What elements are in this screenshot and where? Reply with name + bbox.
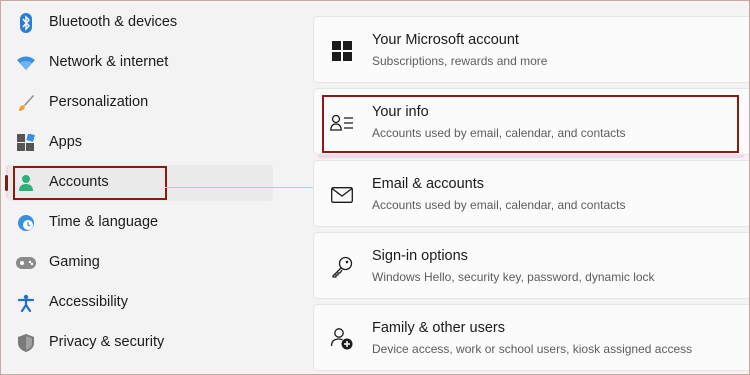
apps-icon xyxy=(16,133,36,153)
wifi-icon xyxy=(16,53,36,73)
selection-indicator xyxy=(5,175,8,191)
sidebar-item-label: Gaming xyxy=(49,254,100,270)
person-add-icon xyxy=(330,327,354,351)
accessibility-icon xyxy=(16,293,36,313)
gamepad-icon xyxy=(16,253,36,273)
annotation-connector xyxy=(165,187,325,188)
sidebar-item-personalization[interactable]: Personalization xyxy=(8,85,273,121)
card-subtitle: Accounts used by email, calendar, and co… xyxy=(372,198,626,212)
sidebar-item-label: Bluetooth & devices xyxy=(49,14,178,30)
card-subtitle: Subscriptions, rewards and more xyxy=(372,54,548,68)
sidebar-item-label: Privacy & security xyxy=(49,334,165,350)
card-family-users[interactable]: Family & other users Device access, work… xyxy=(313,304,750,371)
card-title: Email & accounts xyxy=(372,176,485,192)
sidebar-item-accessibility[interactable]: Accessibility xyxy=(8,285,273,321)
card-title: Family & other users xyxy=(372,320,505,336)
sidebar-item-apps[interactable]: Apps xyxy=(8,125,273,161)
brush-icon xyxy=(16,93,36,113)
card-title: Sign-in options xyxy=(372,248,468,264)
sidebar-item-bluetooth[interactable]: Bluetooth & devices xyxy=(8,5,273,41)
card-subtitle: Device access, work or school users, kio… xyxy=(372,342,693,356)
card-title: Your Microsoft account xyxy=(372,32,519,48)
mail-icon xyxy=(330,183,354,207)
card-microsoft-account[interactable]: Your Microsoft account Subscriptions, re… xyxy=(313,16,750,83)
sidebar-item-time-language[interactable]: Time & language xyxy=(8,205,273,241)
sidebar-item-network[interactable]: Network & internet xyxy=(8,45,273,81)
card-email-accounts[interactable]: Email & accounts Accounts used by email,… xyxy=(313,160,750,227)
annotation-box xyxy=(13,166,167,200)
card-sign-in-options[interactable]: Sign-in options Windows Hello, security … xyxy=(313,232,750,299)
key-icon xyxy=(330,255,354,279)
bluetooth-icon xyxy=(16,13,36,33)
sidebar-item-label: Accessibility xyxy=(49,294,128,310)
shield-icon xyxy=(16,333,36,353)
sidebar-item-privacy-security[interactable]: Privacy & security xyxy=(8,325,273,361)
globe-clock-icon xyxy=(16,213,36,233)
sidebar-item-label: Personalization xyxy=(49,94,149,110)
sidebar-item-gaming[interactable]: Gaming xyxy=(8,245,273,281)
windows-logo-icon xyxy=(330,39,354,63)
sidebar-item-label: Network & internet xyxy=(49,54,169,70)
sidebar-item-label: Time & language xyxy=(49,214,159,230)
sidebar-item-label: Apps xyxy=(49,134,83,150)
annotation-box xyxy=(322,95,739,153)
card-subtitle: Windows Hello, security key, password, d… xyxy=(372,270,655,284)
